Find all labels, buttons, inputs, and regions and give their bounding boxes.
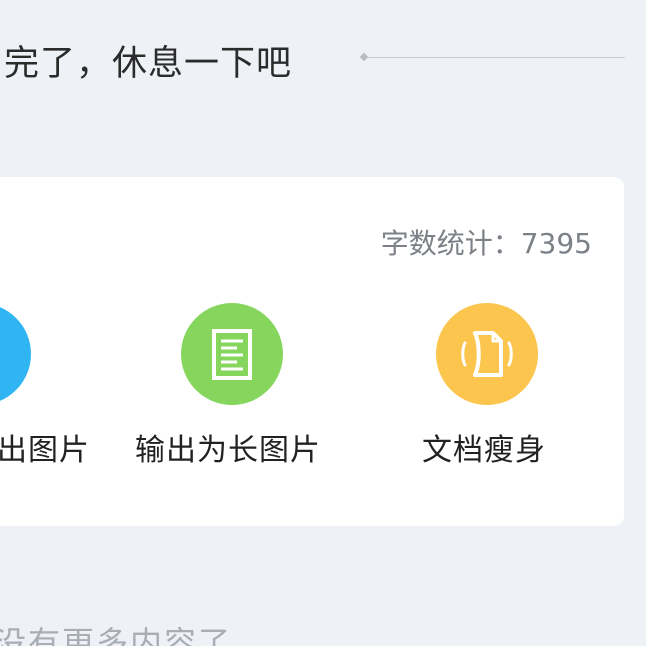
- export-long-image-button[interactable]: 输出为长图片: [135, 303, 381, 468]
- divider-line: [363, 57, 625, 58]
- no-more-content-text: 没有更多内容了: [0, 624, 233, 646]
- divider-dot: [359, 52, 369, 62]
- long-image-icon: [181, 303, 283, 405]
- document-slim-button[interactable]: 文档瘦身: [422, 303, 636, 468]
- export-image-label: 出图片: [0, 433, 90, 468]
- page: 完了，休息一下吧 字数统计：7395 出图片 输出为长图片 文档瘦身 没有更多内…: [0, 0, 646, 646]
- word-count: 字数统计：7395: [381, 222, 592, 262]
- word-count-label: 字数统计：: [380, 227, 521, 260]
- document-slim-icon: [436, 303, 538, 405]
- word-count-value: 7395: [520, 227, 592, 260]
- image-icon: [0, 303, 31, 405]
- document-slim-label: 文档瘦身: [422, 433, 546, 468]
- status-message: 完了，休息一下吧: [4, 43, 293, 84]
- export-long-image-label: 输出为长图片: [135, 433, 321, 468]
- export-image-button[interactable]: 出图片: [0, 303, 129, 468]
